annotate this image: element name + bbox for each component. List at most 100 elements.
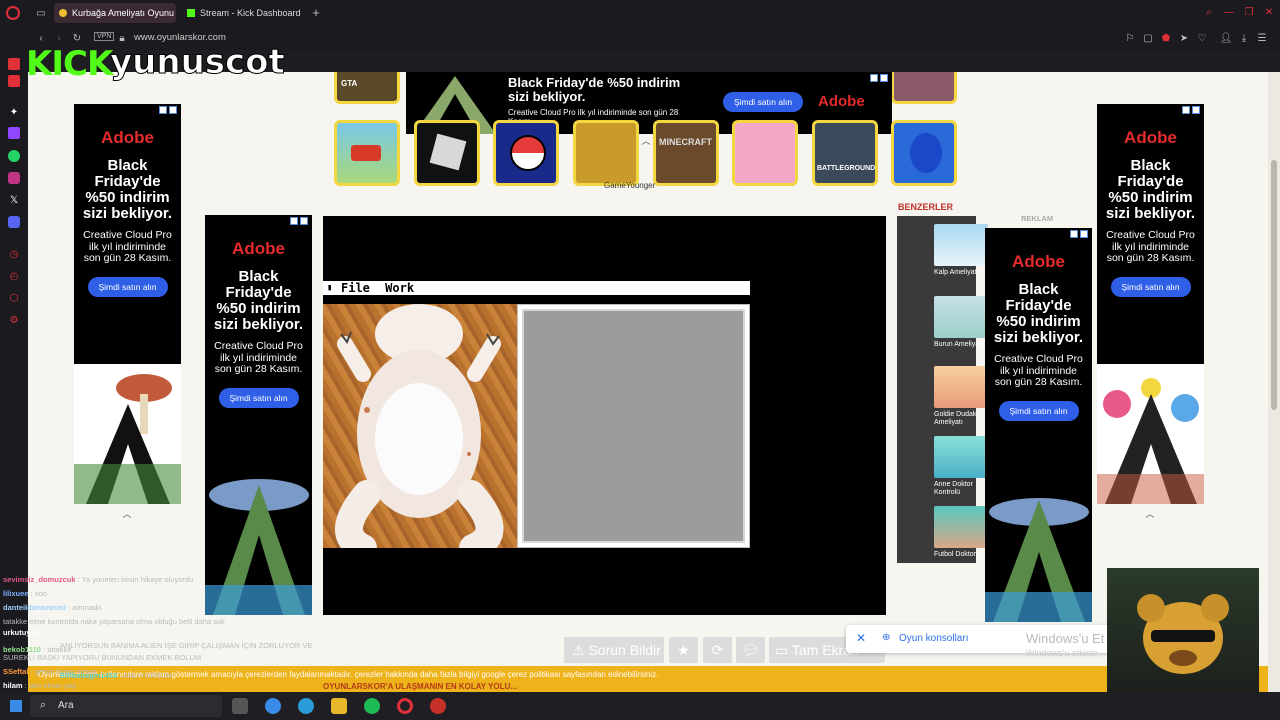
ad-collapse-icon[interactable]: ︿ xyxy=(116,508,138,520)
game-thumb-toca[interactable] xyxy=(732,120,798,186)
game-thumb-pubg[interactable]: BATTLEGROUNDS xyxy=(812,120,878,186)
ad-brand: Adobe xyxy=(1124,128,1177,147)
menu-file[interactable]: File xyxy=(341,281,370,295)
similar-item[interactable]: Kalp Ameliyatı xyxy=(934,224,990,277)
discord-icon[interactable] xyxy=(8,216,20,228)
chat-text: ooo xyxy=(34,589,48,598)
notification-label: Oyun konsolları xyxy=(899,633,969,644)
reload-icon[interactable]: ↻ xyxy=(70,31,84,45)
clock-icon[interactable]: ◴ xyxy=(8,270,20,282)
chat-message: ANLIYORSUN BANIMA ALIEN İŞE GİRİP ÇALIŞM… xyxy=(60,641,312,650)
vpn-badge[interactable]: VPN xyxy=(94,32,115,41)
game-thumb-temple-run[interactable] xyxy=(573,120,639,186)
refresh-button[interactable]: ⟳ xyxy=(703,637,732,663)
taskbar-search[interactable]: ⌕ Ara xyxy=(30,695,222,717)
similar-item[interactable]: Burun Ameliyatı xyxy=(934,296,990,349)
ad-cta-button[interactable]: Şimdi satın alın xyxy=(87,276,168,297)
settings-icon[interactable]: ⚙ xyxy=(8,314,20,326)
game-thumb-roblox[interactable] xyxy=(414,120,480,186)
plus-icon: ⊕ xyxy=(882,632,891,643)
opera-icon[interactable] xyxy=(397,698,413,714)
new-tab-icon[interactable]: + xyxy=(309,5,323,20)
favorite-button[interactable]: ★ xyxy=(669,637,698,663)
instrument-tray[interactable] xyxy=(522,309,745,543)
game-thumb-fighters[interactable] xyxy=(891,72,957,104)
game-frame[interactable]: ▮ File Work xyxy=(323,216,886,615)
left-skyscraper-ad[interactable]: Adobe Black Friday'de %50 indirim sizi b… xyxy=(74,104,181,504)
activation-subtitle: Windows'u etkinle xyxy=(1026,648,1098,658)
tab-list-icon[interactable]: ▭ xyxy=(34,6,48,20)
ai-icon[interactable]: ✦ xyxy=(8,106,20,118)
maximize-icon[interactable]: ❐ xyxy=(1242,5,1256,19)
messenger-icon[interactable] xyxy=(8,58,20,70)
minimize-icon[interactable]: — xyxy=(1222,5,1236,19)
tab-active[interactable]: Kurbağa Ameliyatı Oyunu xyxy=(54,3,176,23)
ad-subtext: Creative Cloud Pro ilk yıl indiriminde s… xyxy=(214,340,303,375)
x-icon[interactable]: 𝕏 xyxy=(8,194,20,206)
task-view-icon[interactable] xyxy=(232,698,248,714)
comments-button[interactable]: 💬︎ xyxy=(736,637,765,663)
windows-start-icon[interactable] xyxy=(10,700,22,712)
instagram-icon[interactable] xyxy=(8,172,20,184)
obs-icon[interactable] xyxy=(430,698,446,714)
menu-apple-icon: ▮ xyxy=(327,283,333,293)
extensions-icon[interactable]: ⬡ xyxy=(8,292,20,304)
twitch-icon[interactable] xyxy=(8,127,20,139)
search-icon[interactable]: ⌕ xyxy=(1202,5,1216,19)
tab-kick-dashboard[interactable]: Stream - Kick Dashboard xyxy=(182,3,306,23)
top-ad-cta-button[interactable]: Şimdi satın alın xyxy=(723,92,803,112)
game-thumb-sonic[interactable] xyxy=(891,120,957,186)
ad-cta-button[interactable]: Şimdi satın alın xyxy=(998,400,1079,421)
edge-icon[interactable] xyxy=(298,698,314,714)
opera-logo-icon[interactable] xyxy=(6,6,20,20)
menu-icon[interactable]: ☰ xyxy=(1256,31,1268,45)
whatsapp-icon[interactable] xyxy=(8,150,20,162)
ad-collapse-icon[interactable]: ︿ xyxy=(1139,508,1161,520)
right-skyscraper-ad[interactable]: Adobe Black Friday'de %50 indirim sizi b… xyxy=(1097,104,1204,504)
back-icon[interactable]: ‹ xyxy=(34,31,48,45)
cookie-banner[interactable]: Oyunlarskor.com kullanıcılara reklam gös… xyxy=(28,666,1280,692)
close-icon[interactable]: ✕ xyxy=(856,631,866,645)
forward-icon[interactable]: › xyxy=(52,31,66,45)
account-icon[interactable]: 👤︎ xyxy=(1220,31,1233,45)
ad-headline: Black Friday'de %50 indirim sizi bekliyo… xyxy=(1105,157,1196,222)
spotify-icon[interactable] xyxy=(364,698,380,714)
game-thumb-hill-climb[interactable] xyxy=(334,120,400,186)
bookmark-icon[interactable]: ⚐ xyxy=(1124,31,1136,45)
taskbar-search-label: Ara xyxy=(58,700,74,711)
kick-logo: KICK xyxy=(26,44,113,84)
menu-work[interactable]: Work xyxy=(385,281,414,295)
send-icon[interactable]: ➤ xyxy=(1178,31,1190,45)
close-icon[interactable]: ✕ xyxy=(1262,5,1276,19)
similar-thumb xyxy=(934,366,988,408)
file-explorer-icon[interactable] xyxy=(331,698,347,714)
snapshot-icon[interactable]: ▢ xyxy=(1142,31,1154,45)
chat-text: ANLIYORSUN xyxy=(122,671,172,680)
ad-subtext: Creative Cloud Pro ilk yıl indiriminde s… xyxy=(83,229,172,264)
pocket-icon[interactable]: ⬟ xyxy=(1160,31,1172,45)
ad-cta-button[interactable]: Şimdi satın alın xyxy=(1110,276,1191,297)
scrollbar-thumb[interactable] xyxy=(1271,160,1277,410)
game-thumb-gta[interactable]: GTA xyxy=(334,72,400,104)
history-icon[interactable]: ◷ xyxy=(8,248,20,260)
tab-favicon-icon xyxy=(59,9,67,17)
tab-title: Stream - Kick Dashboard xyxy=(200,8,301,18)
ad-close-icon[interactable] xyxy=(880,74,888,82)
refresh-icon: ⟳ xyxy=(711,642,724,658)
game-thumb-pokemon[interactable] xyxy=(493,120,559,186)
messenger2-icon[interactable] xyxy=(8,75,20,87)
similar-item[interactable]: Futbol Doktoru xyxy=(934,506,990,559)
similar-item[interactable]: Anne Doktor Kontrolü xyxy=(934,436,990,497)
right-ad-1[interactable]: Adobe Black Friday'de %50 indirim sizi b… xyxy=(985,228,1092,622)
ad-info-icon[interactable] xyxy=(870,74,878,82)
report-button[interactable]: ⚠ Sorun Bildir xyxy=(564,637,664,663)
heart-icon[interactable]: ♡ xyxy=(1196,31,1208,45)
similar-item[interactable]: Goldie Dudak Ameliyatı xyxy=(934,366,990,427)
download-icon[interactable]: ⤓ xyxy=(1238,31,1250,45)
ad-cta-button[interactable]: Şimdi satın alın xyxy=(218,387,299,408)
left-ad-2[interactable]: Adobe Black Friday'de %50 indirim sizi b… xyxy=(205,215,312,615)
frog-icon[interactable] xyxy=(323,304,517,562)
game-thumb-minecraft[interactable]: MINECRAFT xyxy=(653,120,719,186)
outlook-icon[interactable] xyxy=(265,698,281,714)
chat-text: SUREKLI BASKI YAPIYORU BUNUNDAN EKMEK BO… xyxy=(3,653,202,662)
